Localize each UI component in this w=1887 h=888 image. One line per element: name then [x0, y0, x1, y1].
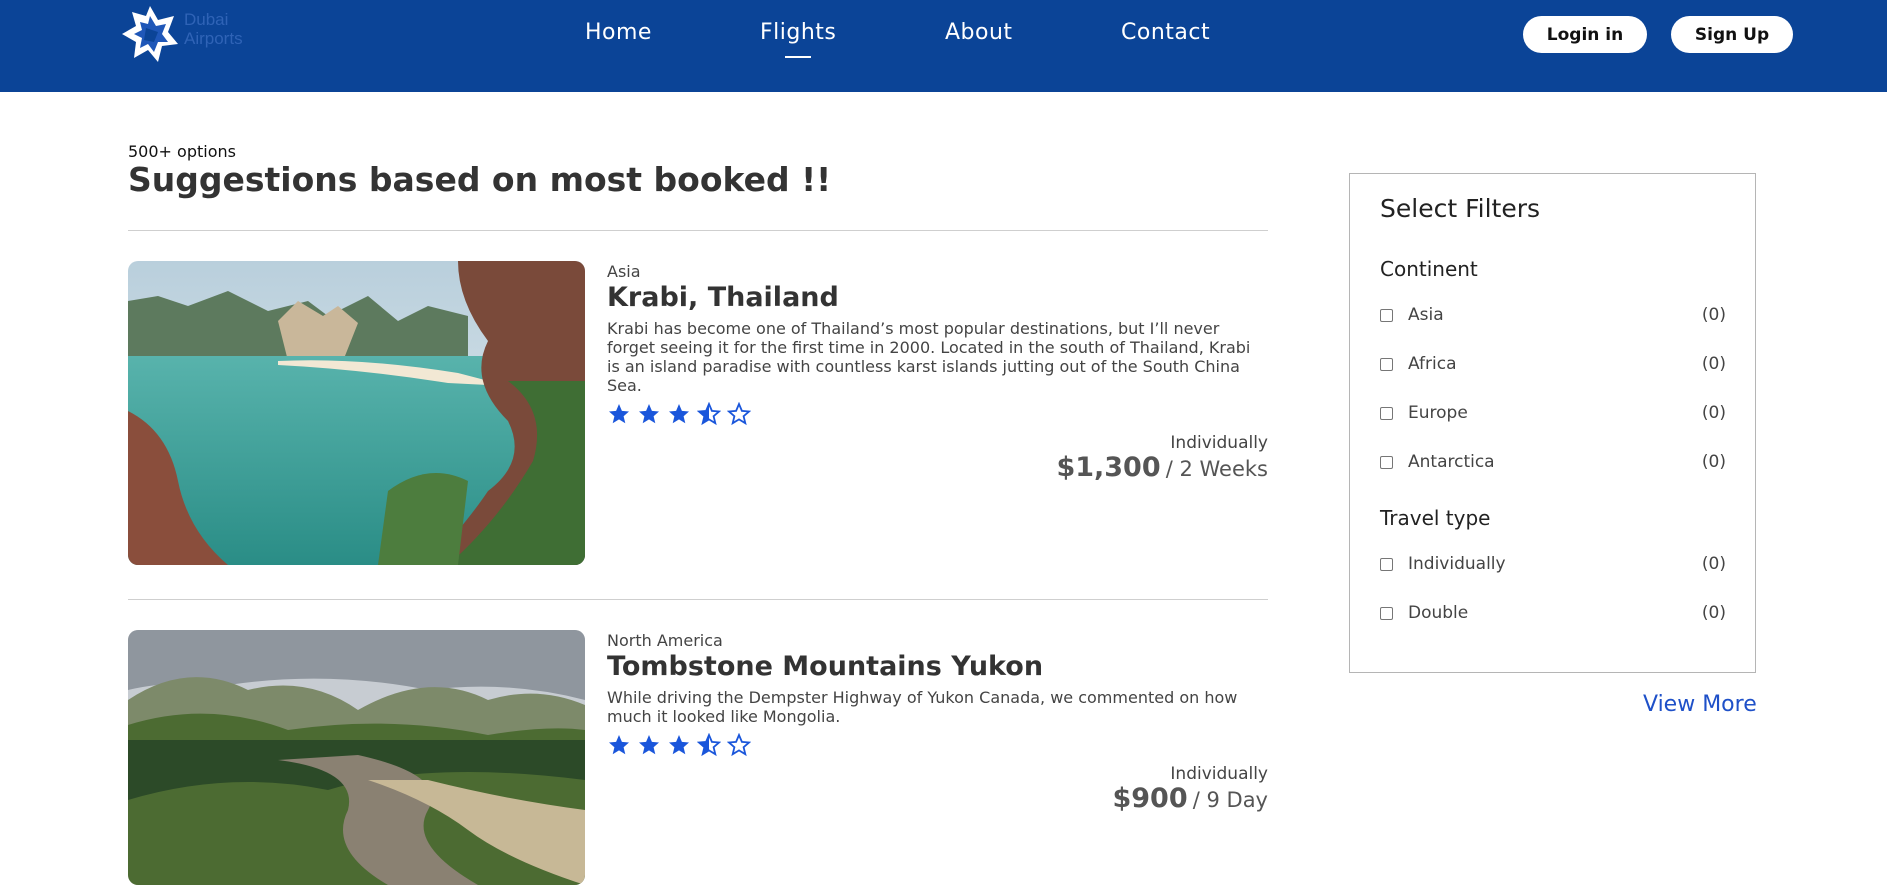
star-rating	[607, 402, 751, 428]
checkbox[interactable]	[1380, 557, 1393, 571]
star-icon	[639, 735, 659, 755]
pricing-type: Individually	[1170, 764, 1268, 784]
nav-about-label: About	[945, 20, 1013, 45]
filter-option-label: Antarctica	[1408, 452, 1495, 472]
nav-contact[interactable]: Contact	[1121, 20, 1210, 45]
filter-option-count: (0)	[1701, 452, 1726, 472]
filter-option-count: (0)	[1701, 403, 1726, 423]
nav-flights[interactable]: Flights	[760, 20, 837, 58]
destination-description: Krabi has become one of Thailand’s most …	[607, 319, 1251, 395]
signup-button-label: Sign Up	[1694, 24, 1770, 45]
krabi-beach-image	[128, 261, 585, 565]
pricing-type: Individually	[1170, 433, 1268, 453]
filter-option-asia[interactable]: Asia (0)	[1380, 303, 1726, 327]
star-outline-icon	[727, 733, 751, 757]
checkbox[interactable]	[1380, 455, 1393, 469]
filters-title: Select Filters	[1380, 194, 1541, 223]
star-half-icon	[697, 402, 721, 426]
filter-option-label: Double	[1408, 603, 1469, 623]
destination-image[interactable]	[128, 261, 585, 565]
star-outline-icon	[727, 402, 751, 426]
destination-region: Asia	[607, 262, 641, 281]
destination-image[interactable]	[128, 630, 585, 885]
price-amount: $900	[1112, 783, 1188, 814]
star-rating	[607, 733, 751, 759]
filter-option-label: Europe	[1408, 403, 1468, 423]
star-icon	[609, 404, 629, 424]
destination-title[interactable]: Krabi, Thailand	[607, 282, 839, 313]
card-divider	[128, 599, 1268, 600]
filter-option-label: Individually	[1408, 554, 1506, 574]
nav-flights-label: Flights	[760, 20, 837, 45]
filter-option-count: (0)	[1701, 603, 1726, 623]
view-more-link[interactable]: View More	[1643, 692, 1757, 717]
checkbox[interactable]	[1380, 406, 1393, 420]
travel-type-filter-label: Travel type	[1380, 506, 1491, 530]
top-navbar: Dubai Airports Home Flights About Contac…	[0, 0, 1887, 92]
nav-about[interactable]: About	[945, 20, 1013, 45]
star-half-icon	[697, 733, 721, 757]
filter-option-europe[interactable]: Europe (0)	[1380, 401, 1726, 425]
price-duration: / 2 Weeks	[1165, 457, 1268, 481]
filters-panel: Select Filters Continent Asia (0) Africa…	[1349, 173, 1756, 673]
nav-home[interactable]: Home	[585, 20, 652, 45]
nav-home-label: Home	[585, 20, 652, 45]
destination-description: While driving the Dempster Highway of Yu…	[607, 688, 1238, 726]
filter-option-antarctica[interactable]: Antarctica (0)	[1380, 450, 1726, 474]
star-icon	[639, 404, 659, 424]
star-icon	[669, 735, 689, 755]
destination-title[interactable]: Tombstone Mountains Yukon	[607, 651, 1043, 682]
filter-option-count: (0)	[1701, 554, 1726, 574]
page-title: Suggestions based on most booked !!	[128, 160, 832, 199]
login-button-label: Login in	[1546, 24, 1624, 45]
continent-filter-label: Continent	[1380, 257, 1478, 281]
price-line: $1,300 / 2 Weeks	[1056, 452, 1268, 483]
filter-option-double[interactable]: Double (0)	[1380, 601, 1726, 625]
filter-option-label: Asia	[1408, 305, 1444, 325]
filter-option-count: (0)	[1701, 305, 1726, 325]
signup-button[interactable]: Sign Up	[1671, 16, 1793, 53]
section-divider	[128, 230, 1268, 231]
nav-contact-label: Contact	[1121, 20, 1211, 45]
price-amount: $1,300	[1056, 452, 1161, 483]
options-count: 500+ options	[128, 142, 236, 161]
filter-option-count: (0)	[1701, 354, 1726, 374]
star-icon	[609, 735, 629, 755]
filter-option-individually[interactable]: Individually (0)	[1380, 552, 1726, 576]
filter-option-label: Africa	[1408, 354, 1457, 374]
checkbox[interactable]	[1380, 606, 1393, 620]
checkbox[interactable]	[1380, 357, 1393, 371]
login-button[interactable]: Login in	[1523, 16, 1647, 53]
active-nav-indicator	[785, 56, 812, 58]
price-line: $900 / 9 Day	[1112, 783, 1268, 814]
destination-region: North America	[607, 631, 723, 650]
price-duration: / 9 Day	[1192, 788, 1268, 812]
filter-option-africa[interactable]: Africa (0)	[1380, 352, 1726, 376]
checkbox[interactable]	[1380, 308, 1393, 322]
star-icon	[669, 404, 689, 424]
tombstone-mountains-image	[128, 630, 585, 885]
